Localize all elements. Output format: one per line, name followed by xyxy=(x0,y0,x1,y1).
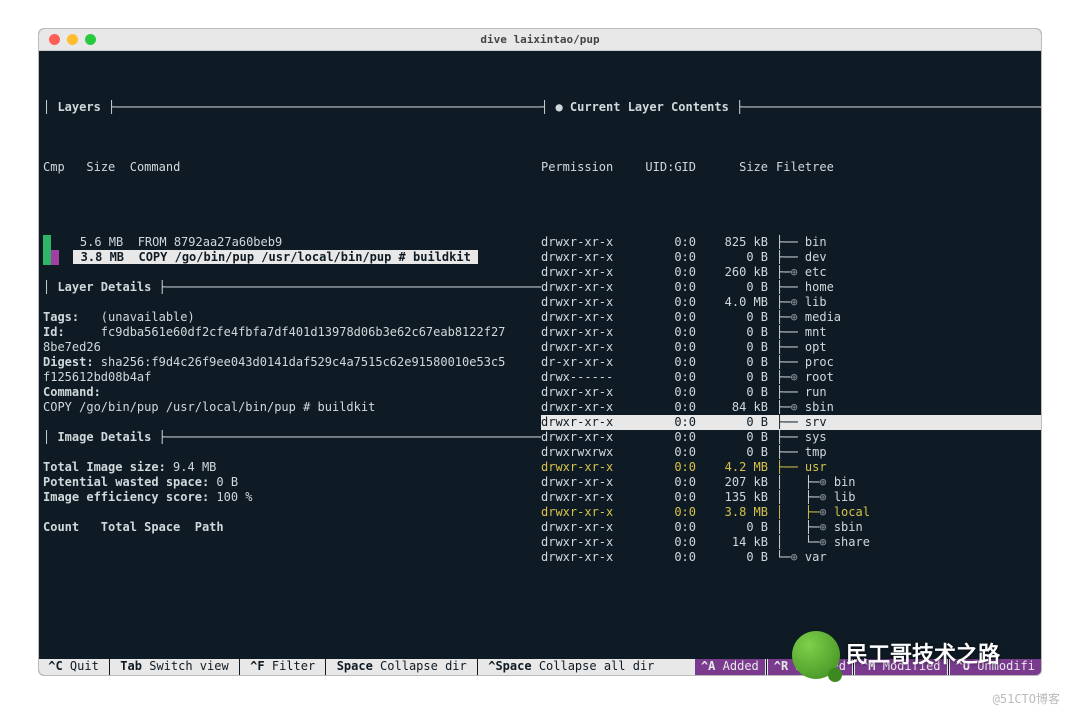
wechat-icon xyxy=(792,631,840,679)
file-row[interactable]: drwxr-xr-x0:00 B├── srv xyxy=(541,415,1041,430)
cmp-bar-green xyxy=(43,250,51,265)
file-row[interactable]: dr-xr-xr-x0:00 B├── proc xyxy=(541,355,1041,370)
layer-row-selected[interactable]: 3.8 MB COPY /go/bin/pup /usr/local/bin/p… xyxy=(73,250,478,264)
left-line: Digest: sha256:f9d4c26f9ee043d0141daf529… xyxy=(43,355,541,370)
file-row[interactable]: drwxr-xr-x0:00 B├─⊕ media xyxy=(541,310,1041,325)
file-row[interactable]: drwxr-xr-x0:00 B├── home xyxy=(541,280,1041,295)
left-line xyxy=(43,535,541,550)
left-line: f125612bd08b4af xyxy=(43,370,541,385)
cmp-bar-green xyxy=(43,235,51,250)
file-row[interactable]: drwxr-xr-x0:084 kB├─⊕ sbin xyxy=(541,400,1041,415)
left-line: Tags: (unavailable) xyxy=(43,310,541,325)
col-uid: UID:GID xyxy=(636,160,696,175)
file-row[interactable]: drwxrwxrwx0:00 B├── tmp xyxy=(541,445,1041,460)
left-line: COPY /go/bin/pup /usr/local/bin/pup # bu… xyxy=(43,400,541,415)
left-line xyxy=(43,295,541,310)
layer-row[interactable]: 5.6 MB FROM 8792aa27a60beb9 xyxy=(80,235,282,249)
left-line: Command: xyxy=(43,385,541,400)
channel-logo: 民工哥技术之路 xyxy=(792,631,1000,679)
file-row[interactable]: drwxr-xr-x0:03.8 MB│ ├─⊕ local xyxy=(541,505,1041,520)
file-row[interactable]: drwxr-xr-x0:0135 kB│ ├─⊕ lib xyxy=(541,490,1041,505)
sb-filter[interactable]: ^F Filter xyxy=(241,659,325,675)
left-line: 3.8 MB COPY /go/bin/pup /usr/local/bin/p… xyxy=(43,250,541,265)
file-row[interactable]: drwx------0:00 B├─⊕ root xyxy=(541,370,1041,385)
file-row[interactable]: drwxr-xr-x0:00 B└─⊕ var xyxy=(541,550,1041,565)
section-title: Image Details xyxy=(57,430,151,445)
sb-quit[interactable]: ^C Quit xyxy=(39,659,108,675)
file-row[interactable]: drwxr-xr-x0:00 B├── dev xyxy=(541,250,1041,265)
sb-cspace[interactable]: ^Space Collapse all dir xyxy=(479,659,664,675)
col-cmp: Cmp xyxy=(43,160,65,174)
watermark: @51CTO博客 xyxy=(993,692,1060,707)
col-perm: Permission xyxy=(541,160,636,175)
section-title: Layer Details xyxy=(57,280,151,295)
left-line: Count Total Space Path xyxy=(43,520,541,535)
file-row[interactable]: drwxr-xr-x0:00 B│ ├─⊕ sbin xyxy=(541,520,1041,535)
file-row[interactable]: drwxr-xr-x0:00 B├── sys xyxy=(541,430,1041,445)
window-titlebar[interactable]: dive laixintao/pup xyxy=(39,29,1041,51)
col-command: Command xyxy=(130,160,181,174)
file-row[interactable]: drwxr-xr-x0:0260 kB├─⊕ etc xyxy=(541,265,1041,280)
col-size: Size xyxy=(86,160,115,174)
left-line xyxy=(43,415,541,430)
terminal-body[interactable]: │ Layers ├ ┤ ● Current Layer Contents ├ … xyxy=(39,51,1041,659)
file-row[interactable]: drwxr-xr-x0:0825 kB├── bin xyxy=(541,235,1041,250)
file-row[interactable]: drwxr-xr-x0:014 kB│ └─⊕ share xyxy=(541,535,1041,550)
contents-pane-title: Current Layer Contents xyxy=(570,100,729,115)
left-line xyxy=(43,265,541,280)
left-line: Total Image size: 9.4 MB xyxy=(43,460,541,475)
left-line: Image efficiency score: 100 % xyxy=(43,490,541,505)
file-row[interactable]: drwxr-xr-x0:04.2 MB├── usr xyxy=(541,460,1041,475)
file-row[interactable]: drwxr-xr-x0:00 B├── run xyxy=(541,385,1041,400)
channel-name: 民工哥技术之路 xyxy=(846,641,1000,669)
sb-added[interactable]: ^A Added xyxy=(695,659,765,675)
file-row[interactable]: drwxr-xr-x0:04.0 MB├─⊕ lib xyxy=(541,295,1041,310)
left-line: Id: fc9dba561e60df2cfe4fbfa7df401d13978d… xyxy=(43,325,541,340)
left-line xyxy=(43,550,541,565)
sb-tab[interactable]: Tab Switch view xyxy=(111,659,238,675)
terminal-window: dive laixintao/pup │ Layers ├ ┤ ● Curren… xyxy=(38,28,1042,676)
file-row[interactable]: drwxr-xr-x0:0207 kB│ ├─⊕ bin xyxy=(541,475,1041,490)
col-tree: Filetree xyxy=(768,160,834,175)
file-row[interactable]: drwxr-xr-x0:00 B├── opt xyxy=(541,340,1041,355)
left-line: Potential wasted space: 0 B xyxy=(43,475,541,490)
sb-space[interactable]: Space Collapse dir xyxy=(327,659,476,675)
window-title: dive laixintao/pup xyxy=(39,33,1041,47)
col-fsize: Size xyxy=(696,160,768,175)
layers-pane-title: Layers xyxy=(57,100,100,115)
left-line: 8be7ed26 xyxy=(43,340,541,355)
cmp-bar-purple xyxy=(51,250,59,265)
left-line xyxy=(43,505,541,520)
file-row[interactable]: drwxr-xr-x0:00 B├── mnt xyxy=(541,325,1041,340)
left-line: 5.6 MB FROM 8792aa27a60beb9 xyxy=(43,235,541,250)
left-line xyxy=(43,445,541,460)
